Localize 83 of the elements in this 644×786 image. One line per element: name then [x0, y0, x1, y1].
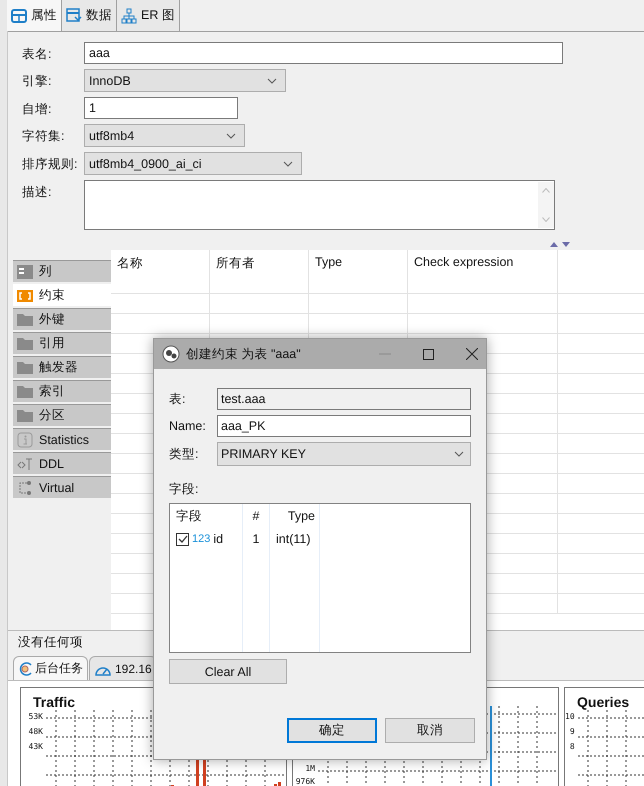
check-icon: [178, 534, 188, 544]
field-label: 表名:: [22, 46, 52, 63]
folder-icon: [17, 409, 33, 422]
column-header[interactable]: Type: [309, 250, 408, 293]
field-label: 自增:: [22, 101, 52, 118]
folder-icon: [17, 337, 33, 350]
description-field[interactable]: [84, 180, 555, 230]
text-field[interactable]: 1: [84, 97, 238, 119]
field-label: 排序规则:: [22, 156, 78, 173]
side-tab[interactable]: 分区: [13, 404, 111, 428]
field-label: 描述:: [22, 184, 52, 201]
column-header[interactable]: Check expression: [408, 250, 558, 293]
editor-tab[interactable]: 属性: [7, 0, 62, 31]
chart-title: Queries: [577, 694, 630, 710]
panel-tab[interactable]: 后台任务: [13, 656, 88, 680]
constraint-icon: [17, 290, 33, 302]
checkbox[interactable]: [176, 532, 189, 546]
field-label: 类型:: [169, 446, 200, 462]
maximize-icon[interactable]: [423, 348, 434, 360]
dropdown[interactable]: utf8mb4: [84, 124, 245, 147]
section-label: 字段:: [169, 481, 200, 498]
chart-title: Traffic: [33, 694, 76, 710]
chevron-down-icon: [267, 78, 277, 84]
side-tab[interactable]: 索引: [13, 380, 111, 404]
table-icon: [11, 8, 27, 22]
axis-label: 53K: [28, 712, 43, 721]
axis-label: 976K: [296, 777, 315, 786]
text-field[interactable]: aaa: [84, 42, 563, 64]
dropdown[interactable]: InnoDB: [84, 69, 286, 92]
table-field[interactable]: test.aaa: [217, 388, 471, 410]
dialog-title: 创建约束 为表 "aaa": [186, 346, 302, 362]
axis-label: 10: [565, 712, 575, 721]
column-header[interactable]: Type: [270, 504, 320, 528]
cancel-button[interactable]: 取消: [385, 718, 475, 743]
numeric-type-label: 123: [192, 533, 210, 545]
side-tab[interactable]: Virtual: [13, 476, 111, 500]
column-header[interactable]: 名称: [111, 250, 210, 293]
grid-edit-icon: [66, 8, 82, 24]
close-icon[interactable]: [466, 348, 478, 360]
list-icon: [17, 264, 33, 278]
side-tab[interactable]: 列: [13, 260, 111, 284]
code-icon: [17, 456, 33, 470]
axis-label: 8: [570, 742, 575, 751]
chevron-down-icon: [454, 451, 464, 457]
chevron-down-icon: [226, 132, 236, 138]
nodes-icon: [17, 480, 33, 496]
field-label: 引擎:: [22, 73, 52, 90]
column-header[interactable]: #: [243, 504, 270, 528]
field-name: id: [213, 532, 224, 546]
column-header[interactable]: 字段: [170, 504, 243, 528]
ok-button[interactable]: 确定: [287, 718, 377, 743]
name-field[interactable]: aaa_PK: [217, 415, 471, 437]
folder-icon: [17, 385, 33, 398]
side-tab[interactable]: DDL: [13, 452, 111, 476]
axis-label: 43K: [28, 742, 43, 751]
tasks-icon: [18, 662, 32, 676]
side-tab[interactable]: Statistics: [13, 428, 111, 452]
clear-all-button[interactable]: Clear All: [169, 659, 287, 684]
side-tab[interactable]: 触发器: [13, 356, 111, 380]
side-tab[interactable]: 引用: [13, 332, 111, 356]
type-dropdown[interactable]: PRIMARY KEY: [217, 442, 471, 466]
folder-icon: [17, 313, 33, 326]
table-cell: int(11): [270, 528, 320, 550]
editor-tab[interactable]: ER 图: [116, 0, 180, 31]
info-icon: [17, 432, 33, 448]
field-label: 表:: [169, 390, 186, 408]
table-cell: 1: [243, 528, 270, 550]
splitter-arrows-icon[interactable]: [549, 240, 571, 248]
chevron-down-icon: [283, 160, 293, 166]
axis-label: 9: [570, 727, 575, 736]
folder-icon: [17, 361, 33, 374]
side-tab[interactable]: 约束: [13, 284, 111, 308]
status-text: 没有任何项: [18, 634, 83, 650]
axis-label: 48K: [28, 727, 43, 736]
field-label: 字符集:: [22, 128, 66, 145]
hierarchy-icon: [121, 8, 137, 24]
column-header[interactable]: 所有者: [210, 250, 309, 293]
field-label: Name:: [169, 419, 207, 433]
app-logo-icon: [162, 345, 180, 363]
editor-tab[interactable]: 数据: [61, 0, 117, 31]
axis-label: 1M: [305, 764, 315, 773]
side-tab[interactable]: 外键: [13, 308, 111, 332]
dropdown[interactable]: utf8mb4_0900_ai_ci: [84, 152, 302, 175]
